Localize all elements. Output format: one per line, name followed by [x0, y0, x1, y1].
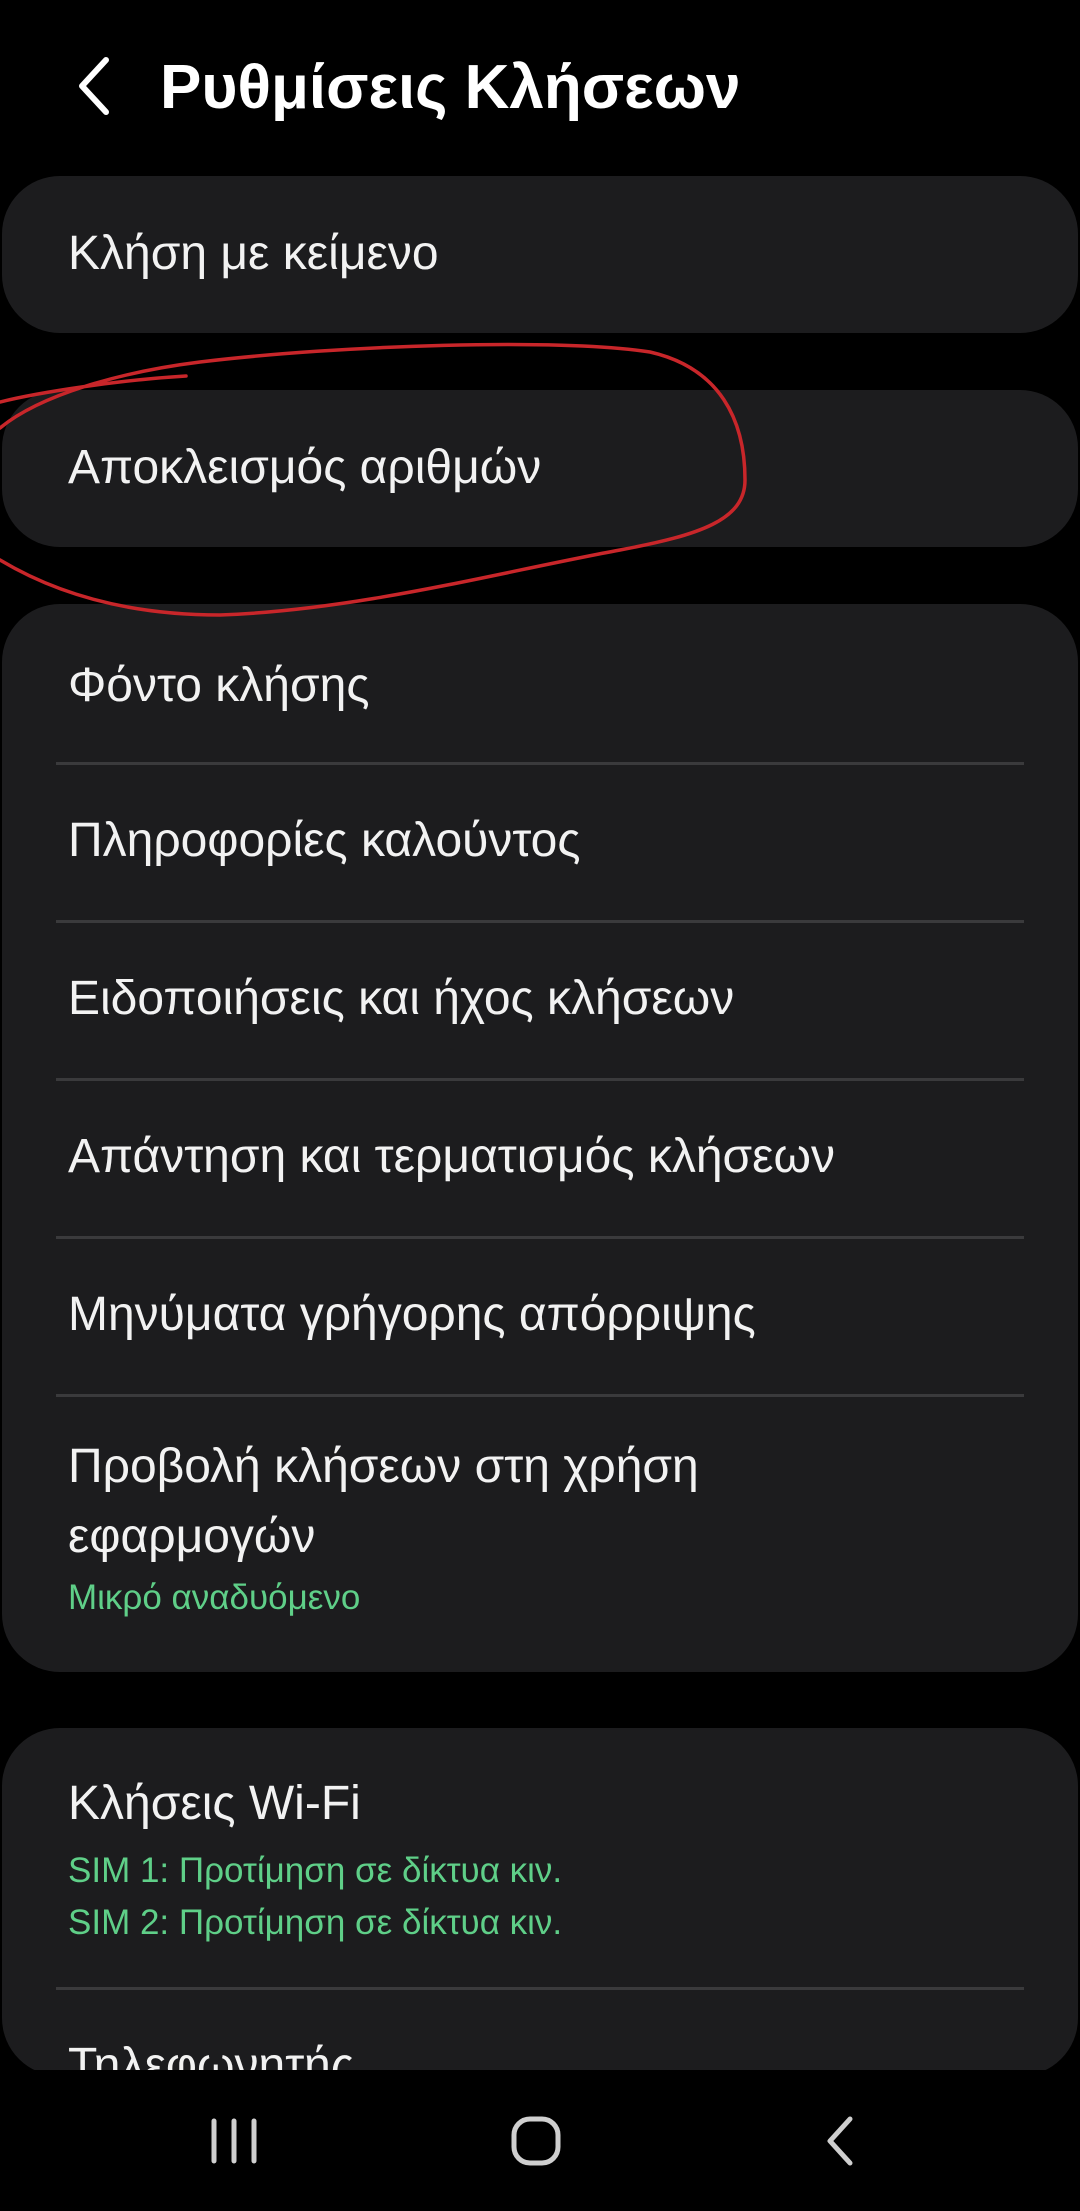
- menu-item-call-background[interactable]: Φόντο κλήσης: [2, 604, 1078, 762]
- menu-item-label: Κλήση με κείμενο: [68, 227, 439, 280]
- menu-item-subtitle-sim1: SIM 1: Προτίμηση σε δίκτυα κιν.: [68, 1851, 563, 1890]
- menu-item-label: Ειδοποιήσεις και ήχος κλήσεων: [68, 972, 735, 1025]
- back-nav-button[interactable]: [770, 2070, 910, 2211]
- menu-item-notifications-sound[interactable]: Ειδοποιήσεις και ήχος κλήσεων: [2, 923, 1078, 1078]
- menu-item-caller-info[interactable]: Πληροφορίες καλούντος: [2, 765, 1078, 920]
- menu-item-voicemail[interactable]: Τηλεφωνητής: [2, 1990, 1078, 2076]
- menu-item-label: Πληροφορίες καλούντος: [68, 814, 581, 867]
- menu-item-wifi-calling[interactable]: Κλήσεις Wi-Fi SIM 1: Προτίμηση σε δίκτυα…: [2, 1728, 1078, 1986]
- home-button[interactable]: [466, 2070, 606, 2211]
- page-title: Ρυθμίσεις Κλήσεων: [160, 53, 741, 122]
- card-wifi-voicemail: Κλήσεις Wi-Fi SIM 1: Προτίμηση σε δίκτυα…: [2, 1728, 1078, 2076]
- navigation-bar: [0, 2070, 1080, 2211]
- app-header: Ρυθμίσεις Κλήσεων: [0, 0, 1080, 170]
- menu-item-calls-display-in-apps[interactable]: Προβολή κλήσεων στη χρήση εφαρμογών Μικρ…: [2, 1397, 1078, 1672]
- menu-item-answer-end-calls[interactable]: Απάντηση και τερματισμός κλήσεων: [2, 1081, 1078, 1236]
- recent-apps-icon: [211, 2118, 257, 2163]
- card-text-call: Κλήση με κείμενο: [2, 176, 1078, 333]
- menu-item-label: Αποκλεισμός αριθμών: [68, 441, 542, 494]
- menu-item-label-line2: εφαρμογών: [68, 1510, 316, 1563]
- menu-item-label: Μηνύματα γρήγορης απόρριψης: [68, 1288, 756, 1341]
- menu-item-subtitle: Μικρό αναδυόμενο: [68, 1578, 361, 1617]
- back-icon: [827, 2116, 853, 2165]
- recent-apps-button[interactable]: [164, 2070, 304, 2211]
- menu-item-quick-decline-messages[interactable]: Μηνύματα γρήγορης απόρριψης: [2, 1239, 1078, 1394]
- card-block-numbers: Αποκλεισμός αριθμών: [2, 390, 1078, 547]
- menu-item-call-with-text[interactable]: Κλήση με κείμενο: [2, 176, 1078, 333]
- card-call-settings: Φόντο κλήσης Πληροφορίες καλούντος Ειδοπ…: [2, 604, 1078, 1672]
- menu-item-label: Κλήσεις Wi-Fi: [68, 1777, 361, 1830]
- home-icon: [511, 2116, 561, 2165]
- menu-item-block-numbers[interactable]: Αποκλεισμός αριθμών: [2, 390, 1078, 547]
- chevron-left-icon: [79, 57, 109, 115]
- menu-item-subtitle-sim2: SIM 2: Προτίμηση σε δίκτυα κιν.: [68, 1903, 563, 1942]
- menu-item-label: Φόντο κλήσης: [68, 659, 370, 712]
- menu-item-label: Απάντηση και τερματισμός κλήσεων: [68, 1130, 836, 1183]
- back-button[interactable]: [62, 50, 126, 122]
- menu-item-label-line1: Προβολή κλήσεων στη χρήση: [68, 1440, 699, 1493]
